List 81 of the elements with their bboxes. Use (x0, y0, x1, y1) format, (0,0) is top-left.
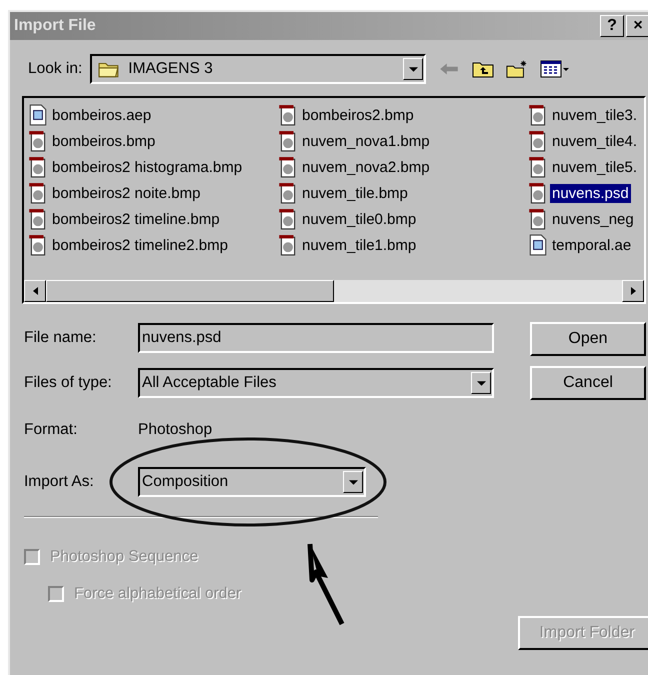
horizontal-scrollbar[interactable] (24, 280, 644, 302)
image-file-icon (528, 208, 548, 230)
image-file-icon (278, 208, 298, 230)
import-as-value: Composition (141, 473, 230, 491)
dialog-button[interactable]: Cancel (530, 366, 646, 400)
look-in-label: Look in: (28, 60, 82, 78)
file-item[interactable]: bombeiros2 timeline.bmp (28, 206, 278, 232)
file-name: nuvem_tile1.bmp (301, 236, 418, 254)
view-menu-icon[interactable] (540, 59, 570, 79)
scroll-right-icon[interactable] (622, 280, 644, 302)
image-file-icon (528, 156, 548, 178)
file-name: bombeiros2.bmp (301, 106, 415, 124)
folder-icon (98, 60, 120, 78)
image-file-icon (28, 208, 48, 230)
file-name: nuvem_tile0.bmp (301, 210, 418, 228)
image-file-icon (278, 130, 298, 152)
look-in-value: IMAGENS 3 (127, 60, 214, 78)
file-name: nuvem_nova2.bmp (301, 158, 431, 176)
files-of-type-label: Files of type: (24, 374, 113, 392)
file-item[interactable]: nuvem_tile3. (528, 102, 644, 128)
file-name: bombeiros.bmp (51, 132, 156, 150)
file-type-dropdown[interactable]: All Acceptable Files (138, 368, 494, 398)
image-file-icon (528, 130, 548, 152)
file-item[interactable]: temporal.ae (528, 232, 644, 258)
file-item[interactable]: bombeiros2 histograma.bmp (28, 154, 278, 180)
file-item[interactable]: nuvem_tile0.bmp (278, 206, 528, 232)
scroll-left-icon[interactable] (24, 280, 46, 302)
image-file-icon (28, 130, 48, 152)
new-folder-icon[interactable] (506, 59, 528, 79)
checkbox-label: Photoshop Sequence (50, 548, 198, 566)
file-name-label: File name: (24, 329, 98, 347)
image-file-icon (528, 104, 548, 126)
image-file-icon (278, 104, 298, 126)
window-title: Import File (14, 17, 96, 35)
file-name-field[interactable]: nuvens.psd (138, 323, 494, 353)
file-item[interactable]: nuvem_tile1.bmp (278, 232, 528, 258)
file-name: bombeiros2 histograma.bmp (51, 158, 244, 176)
format-value: Photoshop (138, 421, 212, 439)
file-name: bombeiros2 noite.bmp (51, 184, 202, 202)
dialog-button[interactable]: Open (530, 322, 646, 356)
help-button[interactable]: ? (600, 15, 624, 37)
file-name: nuvens.psd (550, 184, 631, 202)
file-type-value: All Acceptable Files (141, 374, 278, 392)
file-item[interactable]: nuvem_tile5. (528, 154, 644, 180)
file-name: nuvem_tile.bmp (301, 184, 409, 202)
file-item[interactable]: bombeiros2 timeline2.bmp (28, 232, 278, 258)
scroll-thumb[interactable] (46, 280, 334, 302)
import-as-label: Import As: (24, 473, 95, 491)
file-name: temporal.ae (551, 236, 632, 254)
image-file-icon (528, 182, 548, 204)
image-file-icon (278, 182, 298, 204)
import-as-dropdown[interactable]: Composition (138, 467, 366, 497)
file-name: bombeiros2 timeline.bmp (51, 210, 221, 228)
format-label: Format: (24, 421, 78, 439)
file-name: bombeiros2 timeline2.bmp (51, 236, 229, 254)
file-name: nuvem_tile5. (551, 158, 638, 176)
file-item[interactable]: bombeiros2 noite.bmp (28, 180, 278, 206)
file-item[interactable]: nuvem_nova1.bmp (278, 128, 528, 154)
file-item[interactable]: bombeiros.aep (28, 102, 278, 128)
file-name: nuvem_tile4. (551, 132, 638, 150)
image-file-icon (28, 234, 48, 256)
file-name: nuvem_nova1.bmp (301, 132, 431, 150)
checkbox-label: Force alphabetical order (74, 585, 242, 603)
image-file-icon (278, 156, 298, 178)
look-in-dropdown[interactable]: IMAGENS 3 (90, 54, 426, 84)
close-button[interactable]: × (626, 15, 648, 37)
image-file-icon (278, 234, 298, 256)
file-name: bombeiros.aep (51, 106, 152, 124)
file-item[interactable]: bombeiros.bmp (28, 128, 278, 154)
file-name: nuvem_tile3. (551, 106, 638, 124)
image-file-icon (28, 156, 48, 178)
file-item[interactable]: nuvem_tile.bmp (278, 180, 528, 206)
document-icon (528, 234, 548, 256)
file-item[interactable]: nuvem_tile4. (528, 128, 644, 154)
document-icon (28, 104, 48, 126)
image-file-icon (28, 182, 48, 204)
file-name: nuvens_neg (551, 210, 635, 228)
file-item[interactable]: nuvens_neg (528, 206, 644, 232)
file-item[interactable]: nuvem_nova2.bmp (278, 154, 528, 180)
file-item[interactable]: nuvens.psd (528, 180, 644, 206)
file-item[interactable]: bombeiros2.bmp (278, 102, 528, 128)
